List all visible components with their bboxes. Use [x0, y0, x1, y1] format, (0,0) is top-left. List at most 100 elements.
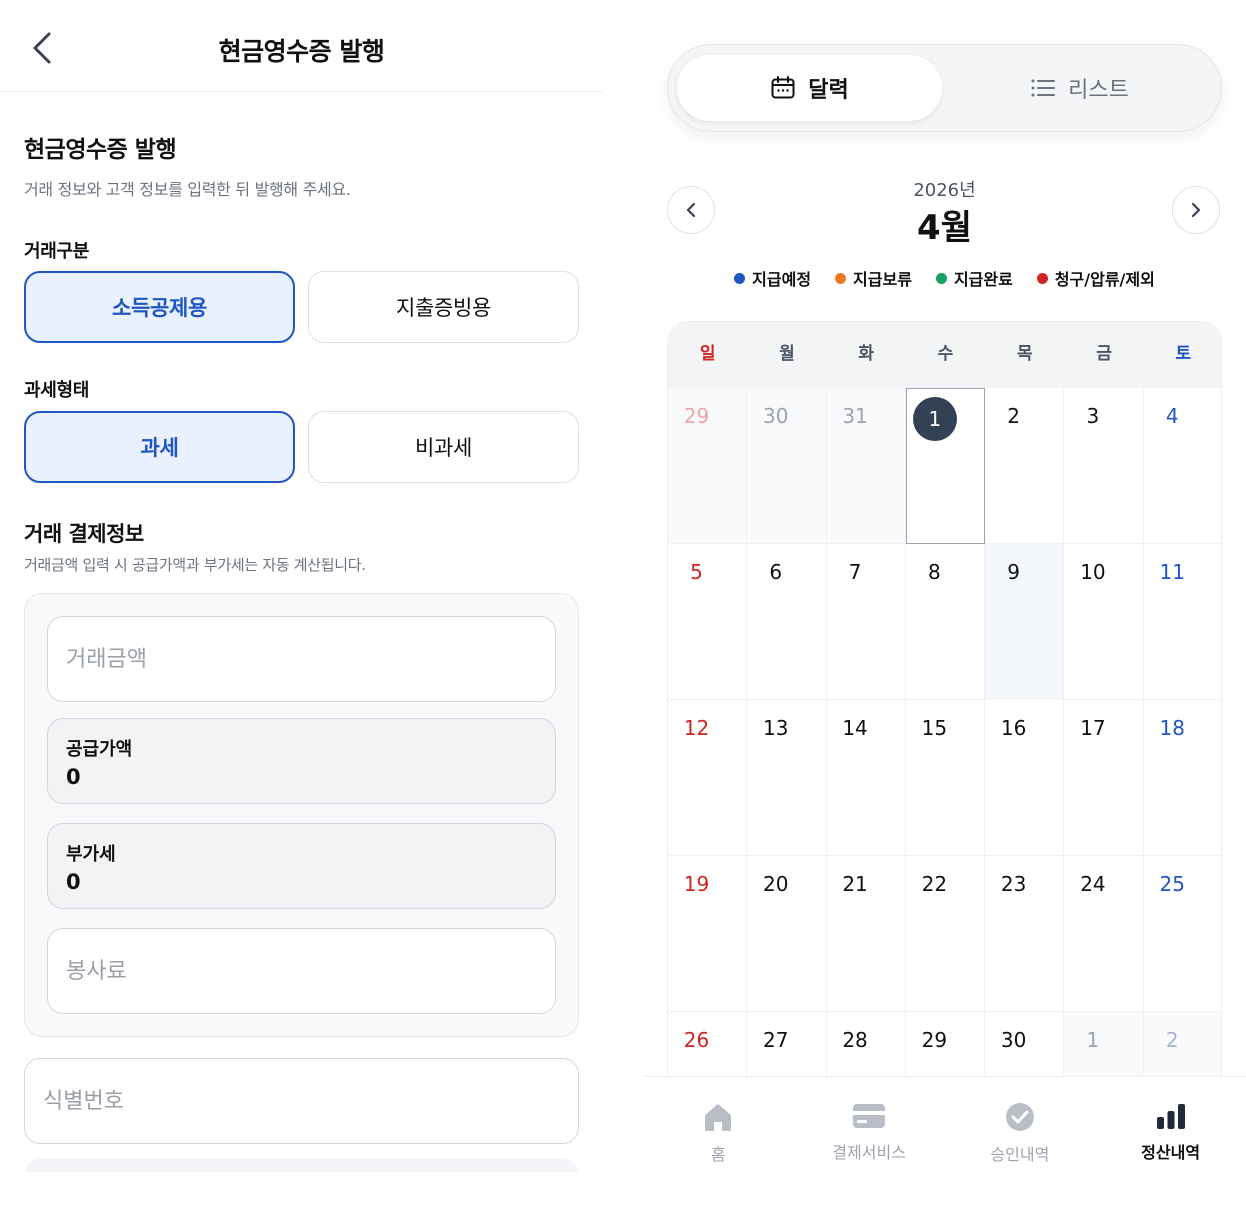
- calendar-day-number: 3: [1086, 404, 1100, 428]
- calendar-day-cell[interactable]: 12: [668, 700, 748, 856]
- weekday-tue: 화: [858, 344, 875, 364]
- tab-settlements[interactable]: 정산내역: [1095, 1077, 1246, 1226]
- calendar-day-cell[interactable]: 2: [1143, 1012, 1221, 1080]
- settlement-calendar-screen: 달력 리스트 2026년 4월 지급예정 지급보류 지급완료 청구/압류/제외 …: [643, 0, 1246, 1226]
- tab-payment-service[interactable]: 결제서비스: [794, 1077, 945, 1226]
- calendar-day-cell[interactable]: 18: [1143, 700, 1221, 856]
- trade-type-income-deduction-button[interactable]: 소득공제용: [24, 271, 295, 343]
- calendar-day-cell[interactable]: 9: [985, 544, 1065, 700]
- calendar-day-cell[interactable]: 10: [1064, 544, 1144, 700]
- calendar-day-cell[interactable]: 30: [985, 1012, 1065, 1080]
- calendar-day-number: 26: [683, 1028, 710, 1052]
- calendar-day-number: 11: [1159, 560, 1185, 584]
- calendar-day-number: 18: [1159, 716, 1185, 740]
- calendar-day-cell[interactable]: 17: [1064, 700, 1144, 856]
- supply-amount-value: 0: [66, 765, 81, 789]
- calendar-day-cell[interactable]: 11: [1143, 544, 1221, 700]
- calendar-day-number: 8: [927, 560, 941, 584]
- legend-label: 청구/압류/제외: [1054, 270, 1155, 289]
- tab-settlements-label: 정산내역: [1141, 1143, 1201, 1162]
- calendar-day-cell[interactable]: 15: [905, 700, 986, 856]
- cash-receipt-screen: 현금영수증 발행 현금영수증 발행 거래 정보와 고객 정보를 입력한 뒤 발행…: [0, 0, 603, 1226]
- calendar-day-number: 16: [1000, 716, 1027, 740]
- weekday-thu: 목: [1016, 344, 1033, 364]
- calendar-day-number: 28: [842, 1028, 868, 1052]
- tax-type-tax-free-button[interactable]: 비과세: [308, 411, 579, 483]
- calendar-day-number: 7: [848, 560, 862, 584]
- calendar-day-number: 10: [1080, 560, 1106, 584]
- calendar-day-number: 27: [763, 1028, 789, 1052]
- calendar-day-cell[interactable]: 4: [1143, 388, 1221, 544]
- tax-type-label: 과세형태: [24, 380, 90, 401]
- calendar-day-number: 22: [921, 872, 948, 896]
- service-charge-input[interactable]: [66, 929, 537, 1013]
- calendar-day-number: 30: [1000, 1028, 1027, 1052]
- calendar-day-cell[interactable]: 8: [905, 544, 986, 700]
- calendar-day-cell[interactable]: 14: [826, 700, 906, 856]
- month-label: 4월: [917, 208, 972, 248]
- calendar-day-cell[interactable]: 31: [826, 388, 906, 544]
- calendar-day-number: 24: [1080, 872, 1106, 896]
- bottom-fade: [0, 1172, 603, 1226]
- calendar-day-cell[interactable]: 21: [826, 856, 906, 1012]
- trade-type-expense-proof-button[interactable]: 지출증빙용: [308, 271, 579, 343]
- calendar-day-number: 1: [1086, 1028, 1100, 1052]
- year-label: 2026년: [913, 180, 976, 201]
- id-number-input[interactable]: [43, 1059, 560, 1143]
- calendar-day-cell[interactable]: 22: [905, 856, 986, 1012]
- next-month-button[interactable]: [1172, 186, 1220, 234]
- calendar-day-cell[interactable]: 1: [905, 388, 986, 544]
- calendar-day-cell[interactable]: 6: [747, 544, 827, 700]
- list-icon: [1031, 79, 1056, 97]
- calendar-day-number: 29: [921, 1028, 948, 1052]
- calendar-day-cell[interactable]: 19: [668, 856, 748, 1012]
- calendar-day-number: 31: [842, 404, 868, 428]
- calendar-day-number: 21: [842, 872, 868, 896]
- list-view-button[interactable]: 리스트: [947, 55, 1212, 121]
- calendar-day-cell[interactable]: 29: [668, 388, 748, 544]
- calendar-day-cell[interactable]: 27: [747, 1012, 827, 1080]
- today-badge: 1: [912, 397, 957, 441]
- trade-type-label: 거래구분: [24, 241, 90, 262]
- calendar-day-cell[interactable]: 23: [985, 856, 1065, 1012]
- weekday-wed: 수: [937, 344, 954, 364]
- calendar-day-cell[interactable]: 2: [985, 388, 1065, 544]
- calendar-day-cell[interactable]: 16: [985, 700, 1065, 856]
- section-title: 현금영수증 발행: [24, 137, 177, 163]
- calendar-day-cell[interactable]: 7: [826, 544, 906, 700]
- weekday-sat: 토: [1175, 344, 1192, 364]
- calendar-view-button[interactable]: 달력: [677, 55, 942, 121]
- calendar-day-cell[interactable]: 5: [668, 544, 748, 700]
- calendar-day-cell[interactable]: 20: [747, 856, 827, 1012]
- tab-home-label: 홈: [711, 1145, 726, 1164]
- calendar-day-cell[interactable]: 24: [1064, 856, 1144, 1012]
- calendar-view-label: 달력: [808, 78, 849, 103]
- tab-approvals[interactable]: 승인내역: [945, 1077, 1096, 1226]
- amount-input[interactable]: [66, 617, 537, 701]
- calendar-day-cell[interactable]: 28: [827, 1012, 906, 1080]
- calendar-day-number: 29: [683, 404, 710, 428]
- calendar-day-cell[interactable]: 13: [747, 700, 827, 856]
- vat-value: 0: [66, 870, 81, 894]
- tab-home[interactable]: 홈: [643, 1077, 794, 1226]
- legend-item: 청구/압류/제외: [1036, 266, 1155, 290]
- calendar-day-cell[interactable]: 29: [906, 1012, 986, 1080]
- legend-dot: [835, 272, 847, 284]
- calendar-day-cell[interactable]: 30: [747, 388, 827, 544]
- calendar-day-number: 17: [1080, 716, 1106, 740]
- tax-type-taxable-button[interactable]: 과세: [24, 411, 295, 483]
- calendar-day-number: 6: [769, 560, 783, 584]
- supply-amount-label: 공급가액: [66, 739, 133, 760]
- legend-dot: [935, 272, 947, 284]
- calendar-day-cell[interactable]: 25: [1143, 856, 1221, 1012]
- list-view-label: 리스트: [1068, 78, 1129, 103]
- payment-info-description: 거래금액 입력 시 공급가액과 부가세는 자동 계산됩니다.: [24, 556, 366, 574]
- view-toggle: 달력 리스트: [667, 44, 1222, 132]
- calendar-day-number: 2: [1007, 404, 1020, 428]
- calendar-day-cell[interactable]: 26: [668, 1012, 748, 1080]
- calendar-day-cell[interactable]: 3: [1064, 388, 1144, 544]
- calendar-day-cell[interactable]: 1: [1064, 1012, 1144, 1080]
- calendar-day-number: 25: [1159, 872, 1185, 896]
- calendar-day-number: 23: [1000, 872, 1027, 896]
- chevron-right-icon: [1191, 202, 1201, 218]
